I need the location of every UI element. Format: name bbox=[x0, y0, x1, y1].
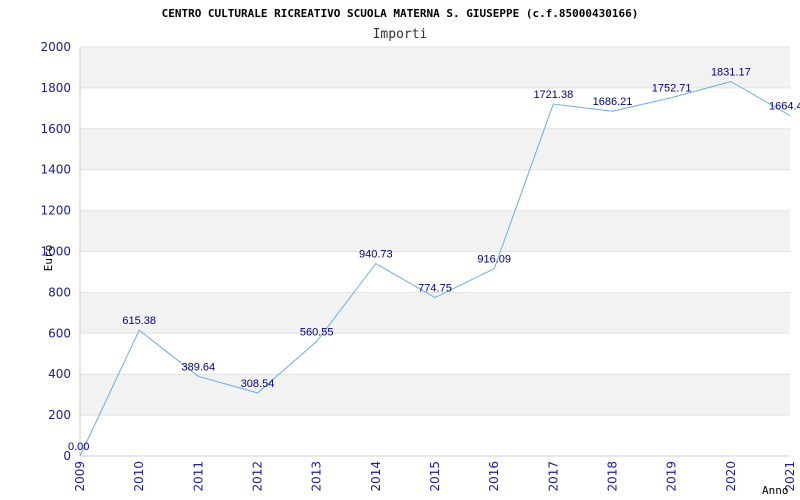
data-label: 1831.17 bbox=[711, 67, 751, 79]
x-tick-label: 2014 bbox=[369, 461, 383, 492]
x-tick-label: 2010 bbox=[132, 461, 146, 492]
y-tick-label: 1400 bbox=[40, 163, 71, 177]
data-label: 615.38 bbox=[122, 315, 156, 327]
x-tick-label: 2012 bbox=[251, 461, 265, 492]
data-label: 560.55 bbox=[300, 326, 334, 338]
grid-band bbox=[80, 169, 790, 211]
data-label: 1686.21 bbox=[593, 96, 633, 108]
y-tick-label: 2000 bbox=[40, 40, 71, 54]
grid-band bbox=[80, 415, 790, 456]
data-label: 1721.38 bbox=[533, 89, 573, 101]
data-label: 1664.4 bbox=[769, 101, 800, 113]
x-tick-label: 2013 bbox=[310, 461, 324, 492]
x-axis-title: Anno bbox=[762, 484, 789, 497]
y-tick-label: 800 bbox=[48, 285, 71, 299]
x-tick-label: 2017 bbox=[546, 461, 560, 492]
x-tick-labels: 2009 2010 2011 2012 2013 2014 2015 2016 2017 2018… bbox=[73, 461, 797, 492]
y-tick-label: 400 bbox=[48, 367, 71, 381]
data-label: 1752.71 bbox=[652, 83, 692, 95]
data-label: 940.73 bbox=[359, 249, 393, 261]
x-tick-label: 2011 bbox=[191, 461, 205, 492]
grid-band bbox=[80, 292, 790, 334]
y-tick-label: 200 bbox=[48, 408, 71, 422]
grid-band bbox=[80, 374, 790, 416]
x-tick-label: 2015 bbox=[428, 461, 442, 492]
y-tick-label: 600 bbox=[48, 326, 71, 340]
y-tick-label: 1800 bbox=[40, 81, 71, 95]
data-label: 916.09 bbox=[477, 254, 511, 266]
x-tick-label: 2016 bbox=[487, 461, 501, 492]
y-tick-label: 1600 bbox=[40, 122, 71, 136]
data-label: 389.64 bbox=[182, 361, 216, 373]
grid-band bbox=[80, 210, 790, 252]
data-label: 308.54 bbox=[241, 378, 275, 390]
x-tick-label: 2018 bbox=[606, 461, 620, 492]
chart-subtitle: Importi bbox=[373, 27, 428, 42]
line-chart: CENTRO CULTURALE RICREATIVO SCUOLA MATER… bbox=[40, 7, 800, 497]
data-label: 774.75 bbox=[418, 283, 452, 295]
y-axis-title: Euro bbox=[42, 245, 55, 272]
grid-band bbox=[80, 128, 790, 170]
x-tick-label: 2020 bbox=[724, 461, 738, 492]
chart-title: CENTRO CULTURALE RICREATIVO SCUOLA MATER… bbox=[162, 7, 639, 20]
y-tick-label: 1200 bbox=[40, 204, 71, 218]
x-tick-label: 2019 bbox=[665, 461, 679, 492]
x-tick-label: 2009 bbox=[73, 461, 87, 492]
data-label: 0.00 bbox=[68, 441, 89, 453]
